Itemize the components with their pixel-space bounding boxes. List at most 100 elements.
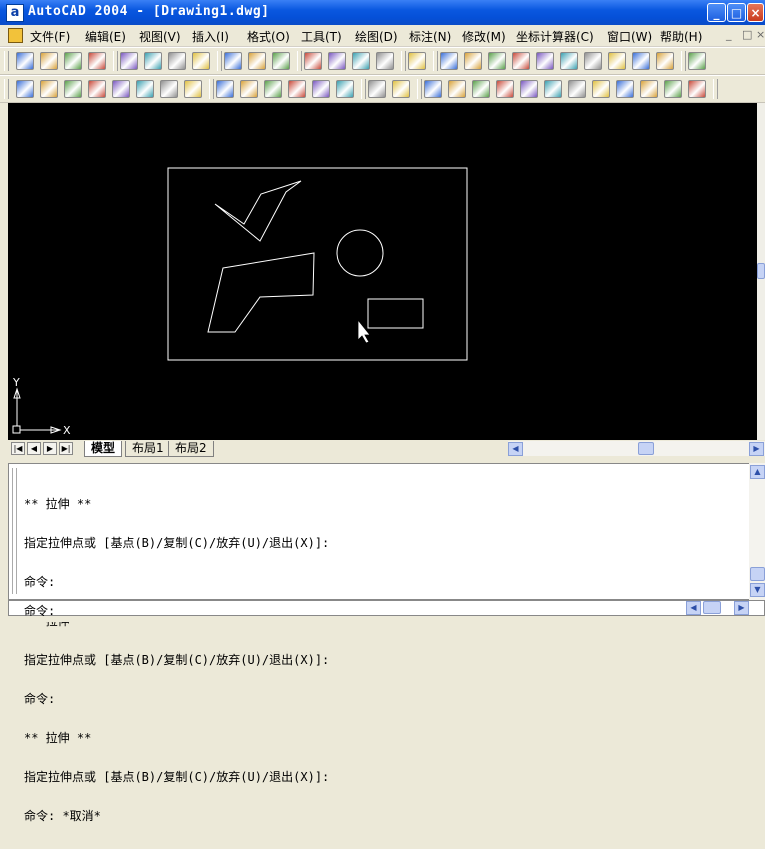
image-icon[interactable] [160, 80, 178, 98]
cmd-hscroll-thumb[interactable] [703, 601, 721, 614]
dim-quick-icon[interactable] [616, 80, 634, 98]
snap-extension-icon[interactable] [632, 52, 650, 70]
menu-modify[interactable]: 修改(M) [462, 28, 506, 45]
properties-icon[interactable] [440, 52, 458, 70]
canvas-horizontal-scrollbar[interactable]: ◀ ▶ [508, 441, 765, 456]
menu-view[interactable]: 视图(V) [139, 28, 181, 45]
hscroll-thumb[interactable] [638, 442, 654, 455]
menu-edit[interactable]: 编辑(E) [85, 28, 126, 45]
design-center-icon[interactable] [464, 52, 482, 70]
dim-baseline-icon[interactable] [568, 80, 586, 98]
group-icon[interactable] [40, 80, 58, 98]
dim-diameter-icon[interactable] [520, 80, 538, 98]
redo-icon[interactable] [304, 52, 322, 70]
menu-insert[interactable]: 插入(I) [192, 28, 229, 45]
light-icon[interactable] [264, 80, 282, 98]
background-icon[interactable] [336, 80, 354, 98]
menu-dimension[interactable]: 标注(N) [409, 28, 451, 45]
menu-file[interactable]: 文件(F) [30, 28, 70, 45]
tab-layout1[interactable]: 布局1 [125, 441, 171, 457]
undo-icon[interactable] [272, 52, 290, 70]
close-button[interactable]: × [747, 3, 764, 22]
mdi-restore-button[interactable]: □ [742, 28, 752, 41]
menu-coordinate-calculator[interactable]: 坐标计算器(C) [516, 28, 594, 45]
dim-ordinate-icon[interactable] [472, 80, 490, 98]
minimize-button[interactable]: _ [707, 3, 726, 22]
hscroll-right-arrow[interactable]: ▶ [749, 442, 764, 456]
dim-aligned-icon[interactable] [448, 80, 466, 98]
toolbar-grip[interactable] [4, 79, 9, 99]
zoom-window-icon[interactable] [376, 52, 394, 70]
maximize-button[interactable]: □ [727, 3, 746, 22]
last-tab-button[interactable]: ▶| [59, 442, 73, 455]
canvas-vscroll-thumb[interactable] [757, 263, 765, 279]
pan-icon[interactable] [328, 52, 346, 70]
command-panel-grip[interactable] [12, 468, 17, 594]
cmd-scroll-thumb[interactable] [750, 567, 765, 581]
document-menu-icon[interactable] [8, 28, 23, 43]
dim-radius-icon[interactable] [496, 80, 514, 98]
sum-icon[interactable] [392, 80, 410, 98]
canvas-vertical-scrollbar[interactable] [757, 103, 765, 440]
cmd-scroll-down-arrow[interactable]: ▼ [750, 583, 765, 597]
cmd-hscroll-left-arrow[interactable]: ◀ [686, 601, 701, 615]
tab-model[interactable]: 模型 [84, 441, 123, 457]
new-icon[interactable] [16, 52, 34, 70]
match-properties-icon[interactable] [248, 52, 266, 70]
block-icon[interactable] [88, 80, 106, 98]
next-tab-button[interactable]: ▶ [43, 442, 57, 455]
circle-shape[interactable] [336, 229, 384, 277]
attribute-icon[interactable] [112, 80, 130, 98]
command-vertical-scrollbar[interactable]: ▲ ▼ [749, 463, 765, 600]
center-mark-icon[interactable] [688, 80, 706, 98]
layer-icon[interactable] [16, 80, 34, 98]
render-icon[interactable] [216, 80, 234, 98]
cmd-scroll-up-arrow[interactable]: ▲ [750, 465, 765, 479]
material-icon[interactable] [288, 80, 306, 98]
drawing-canvas[interactable]: Y X [8, 103, 757, 440]
dim-continue-icon[interactable] [592, 80, 610, 98]
first-tab-button[interactable]: |◀ [11, 442, 25, 455]
menu-format[interactable]: 格式(O) [247, 28, 290, 45]
menu-draw[interactable]: 绘图(D) [355, 28, 398, 45]
print-icon[interactable] [88, 52, 106, 70]
save-icon[interactable] [64, 52, 82, 70]
download-icon[interactable] [368, 80, 386, 98]
publish-icon[interactable] [144, 52, 162, 70]
scene-icon[interactable] [312, 80, 330, 98]
polyline-shape-top[interactable] [214, 180, 302, 242]
leader-icon[interactable] [640, 80, 658, 98]
prev-tab-button[interactable]: ◀ [27, 442, 41, 455]
plot-preview-icon[interactable] [120, 52, 138, 70]
toolbar-grip[interactable] [4, 51, 9, 71]
menu-tools[interactable]: 工具(T) [301, 28, 342, 45]
xref-icon[interactable] [136, 80, 154, 98]
dim-linear-icon[interactable] [424, 80, 442, 98]
snap-midpoint-icon[interactable] [560, 52, 578, 70]
menu-help[interactable]: 帮助(H) [660, 28, 702, 45]
polygon-shape-left[interactable] [207, 252, 315, 333]
shade-icon[interactable] [240, 80, 258, 98]
cmd-hscroll-right-arrow[interactable]: ▶ [734, 601, 749, 615]
dim-angular-icon[interactable] [544, 80, 562, 98]
paste-icon[interactable] [224, 52, 242, 70]
cut-icon[interactable] [168, 52, 186, 70]
snap-intersection-icon[interactable] [584, 52, 602, 70]
help-icon[interactable] [512, 52, 530, 70]
ole-icon[interactable] [184, 80, 202, 98]
ungroup-icon[interactable] [64, 80, 82, 98]
copy-icon[interactable] [192, 52, 210, 70]
snap-apparent-icon[interactable] [608, 52, 626, 70]
tab-layout2[interactable]: 布局2 [168, 441, 214, 457]
menu-window[interactable]: 窗口(W) [607, 28, 652, 45]
small-rectangle[interactable] [367, 298, 424, 329]
outer-rectangle[interactable] [167, 167, 468, 361]
text-icon[interactable] [688, 52, 706, 70]
snap-endpoint-icon[interactable] [536, 52, 554, 70]
command-input-row[interactable]: 命令: ◀ ▶ [8, 600, 765, 618]
tool-palettes-icon[interactable] [488, 52, 506, 70]
tolerance-icon[interactable] [664, 80, 682, 98]
zoom-previous-icon[interactable] [408, 52, 426, 70]
snap-center-icon[interactable] [656, 52, 674, 70]
open-icon[interactable] [40, 52, 58, 70]
